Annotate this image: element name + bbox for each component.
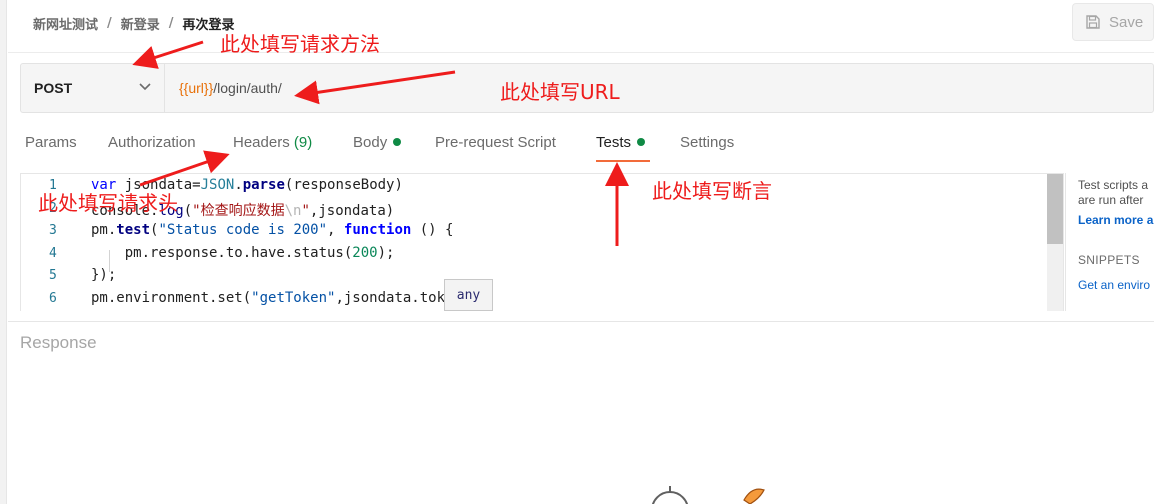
empty-response-illustration xyxy=(651,486,765,504)
tab-authorization[interactable]: Authorization xyxy=(108,134,196,151)
line-number: 3 xyxy=(49,223,57,238)
annotation-headers: 此处填写请求头 xyxy=(38,191,178,215)
left-rail xyxy=(0,0,7,504)
url-variable: {{url}} xyxy=(179,80,214,96)
chevron-down-icon xyxy=(139,83,151,91)
line-number: 4 xyxy=(49,246,57,261)
snippet-link[interactable]: Get an enviro xyxy=(1078,278,1150,292)
tab-body[interactable]: Body xyxy=(353,134,402,151)
side-panel-description: Test scripts a are run after xyxy=(1078,178,1149,207)
tab-tests[interactable]: Tests xyxy=(596,134,646,151)
tests-status-dot xyxy=(637,138,646,146)
code-line-5: }); xyxy=(91,267,117,283)
code-line-6: pm.environment.set("getToken",jsondata.t… xyxy=(91,290,479,306)
save-icon xyxy=(1086,15,1100,29)
tab-headers[interactable]: Headers (9) xyxy=(233,134,312,151)
type-hint-tooltip: any xyxy=(444,279,493,311)
breadcrumb-separator: / xyxy=(168,15,174,31)
code-line-4: pm.response.to.have.status(200); xyxy=(91,245,395,261)
header-divider xyxy=(8,52,1154,53)
annotation-tests: 此处填写断言 xyxy=(652,179,772,203)
url-path: /login/auth/ xyxy=(213,80,282,96)
response-title: Response xyxy=(20,333,97,352)
line-number: 5 xyxy=(49,268,57,283)
breadcrumb: 新网址测试 / 新登录 / 再次登录 xyxy=(33,13,235,33)
annotation-method: 此处填写请求方法 xyxy=(220,32,380,56)
method-value: POST xyxy=(34,80,73,96)
save-label: Save xyxy=(1109,13,1144,31)
headers-count: (9) xyxy=(293,134,313,151)
line-number: 6 xyxy=(49,291,57,306)
editor-scrollbar-thumb[interactable] xyxy=(1047,174,1063,244)
snippets-title: SNIPPETS xyxy=(1078,253,1140,267)
code-line-3: pm.test("Status code is 200", function (… xyxy=(91,222,454,238)
learn-more-link[interactable]: Learn more a xyxy=(1078,213,1153,227)
snippets-side-panel: Test scripts a are run after Learn more … xyxy=(1065,173,1154,311)
body-status-dot xyxy=(393,138,402,146)
save-button[interactable]: Save xyxy=(1072,3,1154,41)
breadcrumb-folder[interactable]: 新登录 xyxy=(121,14,160,33)
tab-pre-request-script[interactable]: Pre-request Script xyxy=(435,134,556,151)
url-input[interactable]: {{url}}/login/auth/ xyxy=(179,64,282,112)
tab-settings[interactable]: Settings xyxy=(680,134,734,151)
annotation-url: 此处填写URL xyxy=(500,80,620,104)
active-tab-indicator xyxy=(596,160,650,162)
response-divider[interactable] xyxy=(8,321,1154,322)
breadcrumb-collection[interactable]: 新网址测试 xyxy=(33,14,98,33)
method-select[interactable]: POST xyxy=(21,64,165,112)
tab-params[interactable]: Params xyxy=(25,134,77,151)
breadcrumb-separator: / xyxy=(107,15,112,31)
